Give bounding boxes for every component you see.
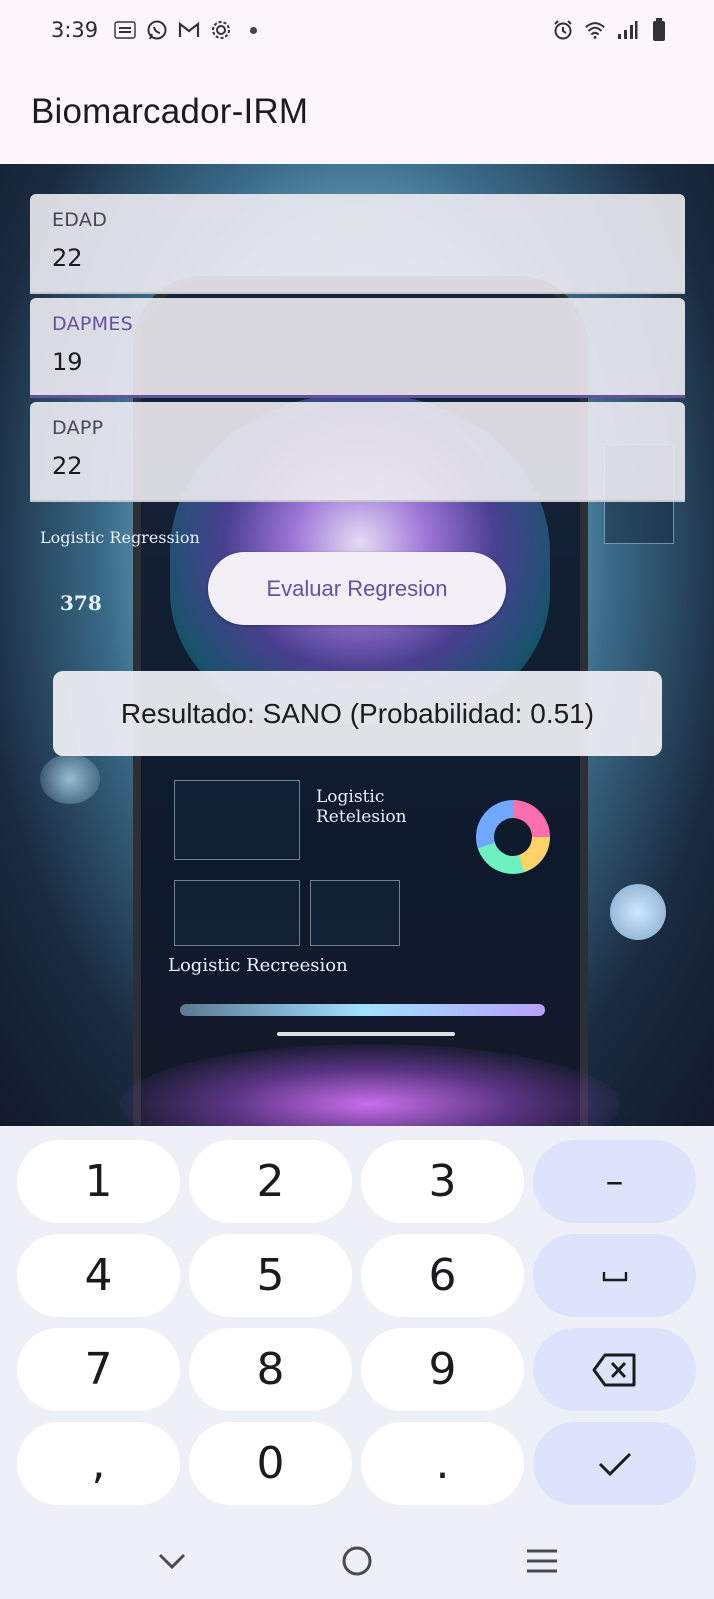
app-bar: Biomarcador-IRM	[0, 60, 714, 164]
temu-icon	[114, 19, 136, 41]
signal-icon	[616, 19, 638, 41]
alarm-icon	[552, 19, 574, 41]
back-button[interactable]	[142, 1531, 202, 1591]
dapp-label: DAPP	[52, 417, 104, 439]
dapmes-field[interactable]: DAPMES 19	[30, 298, 685, 398]
gmail-icon	[178, 19, 200, 41]
wifi-icon	[584, 19, 606, 41]
status-time: 3:39	[51, 18, 99, 42]
notification-icons	[114, 19, 264, 41]
key-5[interactable]: 5	[189, 1234, 352, 1317]
background-donut-chart	[476, 800, 550, 874]
system-icons	[552, 18, 670, 41]
dapmes-label: DAPMES	[52, 313, 134, 335]
key-space[interactable]	[533, 1234, 696, 1317]
key-done[interactable]	[533, 1422, 696, 1505]
key-7[interactable]: 7	[17, 1328, 180, 1411]
dapp-field[interactable]: DAPP 22	[30, 402, 685, 502]
edad-field[interactable]: EDAD 22	[30, 194, 685, 294]
whatsapp-icon	[146, 19, 168, 41]
background-text: Logistic Recreesion	[168, 955, 348, 976]
key-comma[interactable]: ,	[17, 1422, 180, 1505]
background-chart-panel	[310, 880, 400, 946]
key-4[interactable]: 4	[17, 1234, 180, 1317]
background-text: 378	[60, 591, 102, 615]
dapp-value[interactable]: 22	[52, 452, 663, 480]
key-2[interactable]: 2	[189, 1140, 352, 1223]
key-0[interactable]: 0	[189, 1422, 352, 1505]
background-text: Logistic Regression	[40, 528, 200, 547]
result-text: Resultado: SANO (Probabilidad: 0.51)	[120, 697, 595, 729]
status-bar: 3:39	[0, 0, 714, 60]
key-6[interactable]: 6	[361, 1234, 524, 1317]
settings-gear-icon	[210, 19, 232, 41]
background-slider	[180, 1004, 545, 1016]
background-chart-panel	[174, 880, 300, 946]
dapmes-value[interactable]: 19	[52, 348, 663, 376]
check-icon	[598, 1452, 631, 1476]
battery-icon	[648, 18, 670, 41]
numeric-keyboard: 1 2 3 – 4 5 6 7 8 9 , 0 .	[0, 1126, 714, 1522]
background-text: Logistic Retelesion	[316, 787, 407, 827]
key-9[interactable]: 9	[361, 1328, 524, 1411]
app-title: Biomarcador-IRM	[31, 92, 309, 131]
home-circle-icon	[342, 1546, 372, 1575]
recents-menu-icon	[526, 1549, 557, 1572]
edad-label: EDAD	[52, 209, 108, 231]
main-content: Logistic Regression 378 Logistic Reteles…	[0, 164, 714, 1126]
key-1[interactable]: 1	[17, 1140, 180, 1223]
background-home-indicator	[277, 1032, 455, 1036]
edad-value[interactable]: 22	[52, 244, 663, 272]
recents-button[interactable]	[512, 1531, 572, 1591]
key-minus[interactable]: –	[533, 1140, 696, 1223]
home-button[interactable]	[327, 1531, 387, 1591]
key-period[interactable]: .	[361, 1422, 524, 1505]
backspace-icon	[592, 1353, 635, 1386]
background-orb	[40, 754, 100, 804]
space-icon	[602, 1271, 627, 1281]
key-3[interactable]: 3	[361, 1140, 524, 1223]
background-chart-panel	[174, 780, 300, 860]
key-backspace[interactable]	[533, 1328, 696, 1411]
dot-icon	[242, 19, 264, 41]
background-orb	[610, 884, 666, 940]
evaluate-regression-button[interactable]: Evaluar Regresion	[208, 552, 506, 625]
back-chevron-icon	[159, 1553, 186, 1569]
result-box: Resultado: SANO (Probabilidad: 0.51)	[53, 671, 662, 756]
system-nav-bar	[0, 1522, 714, 1599]
key-8[interactable]: 8	[189, 1328, 352, 1411]
